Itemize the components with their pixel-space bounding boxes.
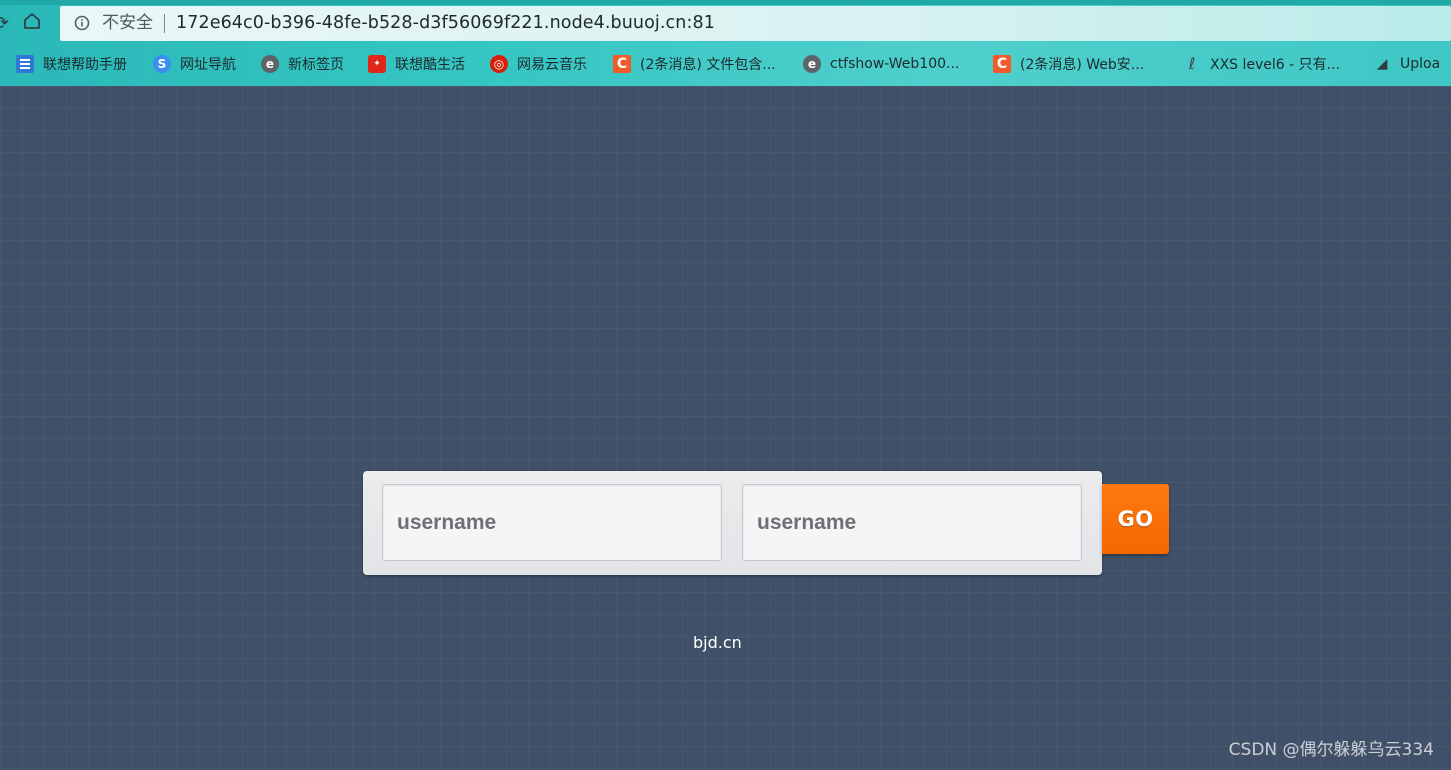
bookmark-label: 新标签页 bbox=[288, 57, 344, 73]
doc-icon bbox=[16, 55, 34, 73]
username-input[interactable] bbox=[382, 484, 722, 561]
bookmark-label: 网易云音乐 bbox=[517, 57, 587, 73]
security-status-label: 不安全 bbox=[102, 13, 153, 33]
bookmark-label: 联想酷生活 bbox=[395, 57, 465, 73]
bookmark-item[interactable]: ✦ 联想酷生活 bbox=[368, 53, 465, 75]
e-browser-icon: e bbox=[261, 55, 279, 73]
e-browser-icon: e bbox=[803, 55, 821, 73]
bookmark-label: 网址导航 bbox=[180, 57, 236, 73]
footer-link[interactable]: bjd.cn bbox=[693, 633, 742, 652]
bookmark-item[interactable]: ◎ 网易云音乐 bbox=[490, 53, 587, 75]
csdn-watermark: CSDN @偶尔躲躲乌云334 bbox=[1228, 740, 1434, 760]
bookmark-item[interactable]: ◢ Uploa bbox=[1373, 53, 1441, 75]
bookmark-item[interactable]: C (2条消息) Web安... bbox=[993, 53, 1144, 75]
bookmark-item[interactable]: C (2条消息) 文件包含... bbox=[613, 53, 776, 75]
bookmark-item[interactable]: e ctfshow-Web100... bbox=[803, 53, 959, 75]
bookmarks-bar: 联想帮助手册 S 网址导航 e 新标签页 ✦ 联想酷生活 ◎ 网易云音乐 C (… bbox=[0, 48, 1451, 80]
bookmark-label: ctfshow-Web100... bbox=[830, 56, 960, 72]
netease-music-icon: ◎ bbox=[490, 55, 508, 73]
bookmark-label: (2条消息) 文件包含... bbox=[640, 57, 776, 73]
bookmark-item[interactable]: 联想帮助手册 bbox=[16, 53, 127, 75]
page-content: GO bjd.cn CSDN @偶尔躲躲乌云334 bbox=[0, 86, 1451, 770]
csdn-icon: C bbox=[993, 55, 1011, 73]
address-bar-divider bbox=[164, 14, 165, 33]
bookmark-label: (2条消息) Web安... bbox=[1020, 57, 1145, 73]
bookmark-label: XXS level6 - 只有... bbox=[1210, 57, 1341, 73]
go-button[interactable]: GO bbox=[1102, 484, 1169, 554]
bookmark-item[interactable]: e 新标签页 bbox=[261, 53, 344, 75]
xxs-icon: ℓ bbox=[1188, 54, 1196, 73]
upload-icon: ◢ bbox=[1376, 56, 1388, 72]
bookmark-item[interactable]: ℓ XXS level6 - 只有... bbox=[1183, 53, 1340, 75]
bookmark-label: Uploa bbox=[1400, 56, 1441, 72]
lenovo-life-icon: ✦ bbox=[368, 55, 386, 73]
tab-strip-edge bbox=[0, 0, 1451, 5]
url-text[interactable]: 172e64c0-b396-48fe-b528-d3f56069f221.nod… bbox=[176, 12, 715, 34]
bookmark-item[interactable]: S 网址导航 bbox=[153, 53, 236, 75]
navigation-icon: S bbox=[153, 55, 171, 73]
info-icon[interactable] bbox=[74, 15, 90, 31]
address-bar[interactable]: 不安全 172e64c0-b396-48fe-b528-d3f56069f221… bbox=[60, 6, 1451, 41]
csdn-icon: C bbox=[613, 55, 631, 73]
bookmark-label: 联想帮助手册 bbox=[43, 57, 127, 73]
login-form-panel bbox=[363, 471, 1102, 575]
second-username-input[interactable] bbox=[742, 484, 1082, 561]
browser-chrome: ⟳ 不安全 172e64c0-b396-48fe-b528-d3f56069f2… bbox=[0, 0, 1451, 86]
back-arrow-icon[interactable]: ⟳ bbox=[0, 12, 9, 34]
home-icon[interactable] bbox=[22, 11, 44, 33]
